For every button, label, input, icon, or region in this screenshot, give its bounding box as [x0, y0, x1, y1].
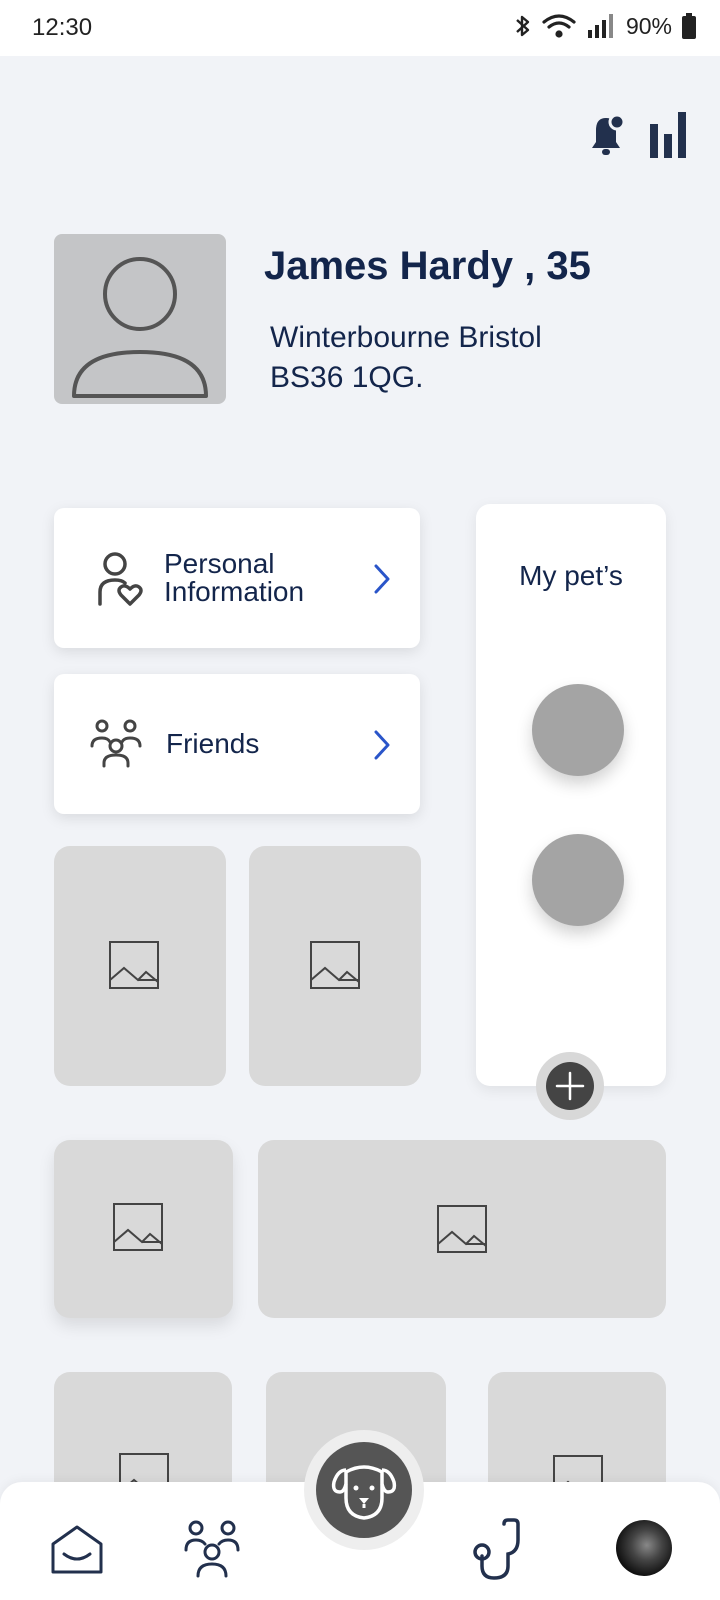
person-heart-icon	[98, 552, 143, 606]
home-icon[interactable]	[50, 1524, 104, 1576]
image-placeholder-icon	[113, 1203, 163, 1251]
add-pet-button[interactable]	[546, 1062, 594, 1110]
friends-label: Friends	[166, 728, 260, 759]
personal-information-line2: Information	[164, 576, 305, 607]
chevron-right-icon	[374, 730, 390, 760]
pet-avatar[interactable]	[532, 684, 624, 776]
nav-pets-button[interactable]	[316, 1442, 412, 1538]
address-line-1: Winterbourne Bristol	[270, 321, 542, 354]
photo-tile[interactable]	[54, 1140, 233, 1318]
plus-icon	[555, 1071, 585, 1101]
vet-stethoscope-icon[interactable]	[468, 1518, 528, 1580]
personal-information-label: Personal Information	[164, 550, 304, 606]
image-placeholder-icon	[310, 941, 360, 989]
status-icons: 90%	[514, 12, 696, 40]
wifi-icon	[542, 14, 576, 38]
battery-percent: 90%	[625, 12, 672, 39]
photo-tile[interactable]	[249, 846, 421, 1086]
image-placeholder-icon	[109, 941, 159, 989]
profile-address: Winterbourne Bristol BS36 1QG.	[270, 318, 542, 398]
status-time: 12:30	[32, 14, 93, 41]
friends-group-icon	[90, 719, 142, 768]
profile-name: James Hardy , 35	[264, 244, 591, 288]
signal-icon	[587, 14, 613, 38]
user-avatar[interactable]	[616, 1520, 672, 1576]
personal-information-card[interactable]: Personal Information	[54, 508, 420, 648]
photo-tile[interactable]	[54, 846, 226, 1086]
user-placeholder-icon	[72, 257, 208, 398]
chevron-right-icon	[374, 564, 390, 594]
battery-icon	[682, 13, 696, 39]
pet-avatar[interactable]	[532, 834, 624, 926]
community-icon[interactable]	[184, 1520, 240, 1578]
notification-bell-icon[interactable]	[586, 112, 626, 160]
photo-tile-wide[interactable]	[258, 1140, 666, 1318]
personal-information-line1: Personal	[164, 548, 275, 579]
stats-bar-icon[interactable]	[648, 112, 688, 158]
profile-photo[interactable]	[54, 234, 226, 404]
friends-card[interactable]: Friends	[54, 674, 420, 814]
bluetooth-icon	[516, 15, 530, 37]
pet-dog-icon	[331, 1465, 397, 1520]
address-line-2: BS36 1QG.	[270, 361, 424, 394]
my-pets-title: My pet’s	[519, 560, 623, 591]
image-placeholder-icon	[437, 1205, 487, 1253]
